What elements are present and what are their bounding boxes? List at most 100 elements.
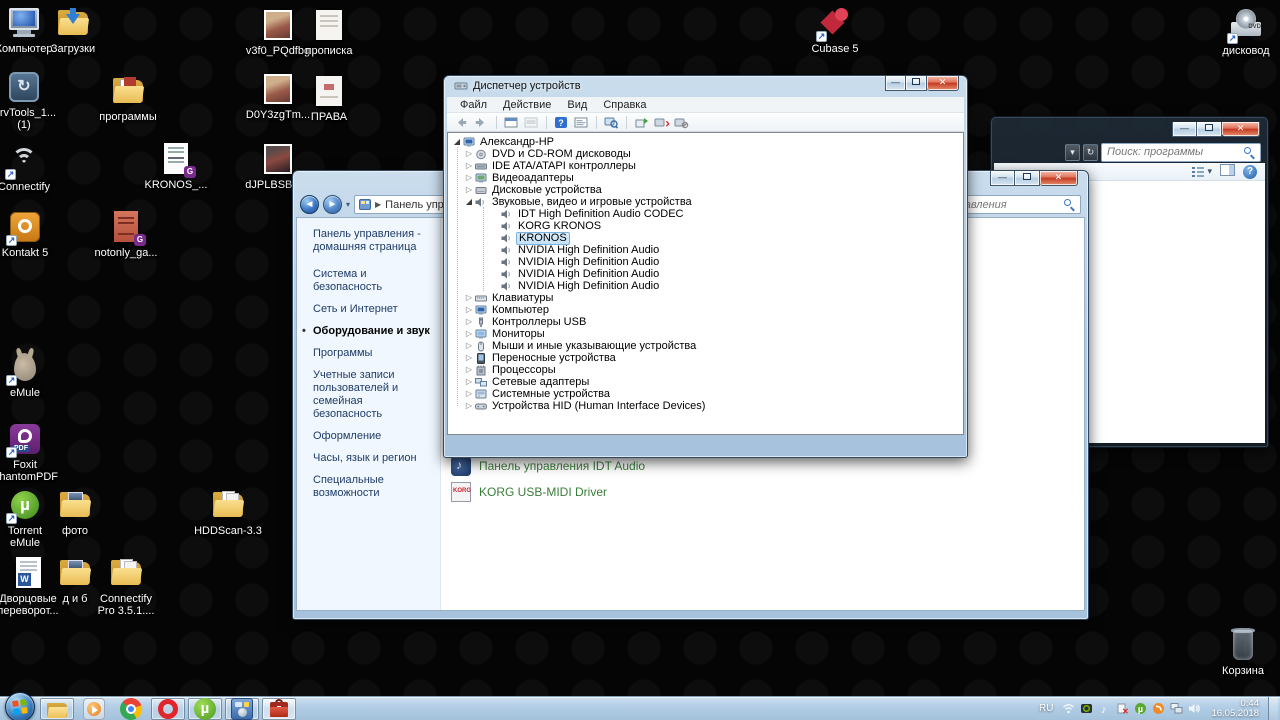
tree-item-10[interactable]: NVIDIA High Definition Audio xyxy=(450,256,961,268)
tree-item-3[interactable]: ▷ Видеоадаптеры xyxy=(450,172,961,184)
tree-item-label[interactable]: Переносные устройства xyxy=(490,352,618,364)
tree-item-label[interactable]: NVIDIA High Definition Audio xyxy=(516,256,661,268)
sidebar-item-2[interactable]: Сеть и Интернет xyxy=(313,303,432,316)
change-view-button[interactable]: ▾ xyxy=(1191,166,1212,178)
tree-item-label[interactable]: Контроллеры USB xyxy=(490,316,588,328)
desktop-icon-downloads[interactable]: Загрузки xyxy=(31,6,115,55)
expand-icon[interactable]: ▷ xyxy=(464,173,474,183)
sidebar-item-4[interactable]: Программы xyxy=(313,347,432,360)
minimize-button[interactable]: — xyxy=(990,171,1015,186)
back-button[interactable]: ◄ xyxy=(300,195,319,214)
tree-item-label[interactable]: Мониторы xyxy=(490,328,547,340)
desktop-icon-kronos-file[interactable]: G KRONOS_... xyxy=(134,142,218,191)
expand-icon[interactable]: ▷ xyxy=(464,293,474,303)
back-button[interactable] xyxy=(453,115,470,130)
tree-item-label[interactable]: IDE ATA/ATAPI контроллеры xyxy=(490,160,638,172)
tree-item-18[interactable]: ▷ Переносные устройства xyxy=(450,352,961,364)
tree-item-label[interactable]: NVIDIA High Definition Audio xyxy=(516,244,661,256)
tree-item-7[interactable]: KORG KRONOS xyxy=(450,220,961,232)
tree-item-20[interactable]: ▷ Сетевые адаптеры xyxy=(450,376,961,388)
taskbar-button-toolbox[interactable] xyxy=(262,697,296,720)
menu-файл[interactable]: Файл xyxy=(453,98,494,112)
tree-item-4[interactable]: ▷ Дисковые устройства xyxy=(450,184,961,196)
desktop-icon-emule[interactable]: ↗ eMule xyxy=(0,347,67,399)
expand-icon[interactable]: ▷ xyxy=(464,317,474,327)
sidebar-item-0[interactable]: Панель управления - домашняя страница xyxy=(313,228,432,254)
tree-item-label[interactable]: KRONOS xyxy=(516,231,570,245)
tree-item-label[interactable]: Системные устройства xyxy=(490,388,612,400)
desktop-icon-prava[interactable]: ПРАВА xyxy=(287,74,371,123)
tree-item-label[interactable]: Видеоадаптеры xyxy=(490,172,576,184)
minimize-button[interactable]: — xyxy=(885,76,906,91)
tree-item-label[interactable]: Сетевые адаптеры xyxy=(490,376,591,388)
collapse-icon[interactable]: ◢ xyxy=(464,197,474,207)
taskbar-button-opera[interactable] xyxy=(151,697,185,720)
tray-network-icon[interactable] xyxy=(1169,702,1184,716)
tree-item-15[interactable]: ▷ Контроллеры USB xyxy=(450,316,961,328)
language-indicator[interactable]: RU xyxy=(1035,703,1057,714)
tray-wifi-icon[interactable] xyxy=(1061,702,1076,716)
forward-button[interactable]: ► xyxy=(323,195,342,214)
control-panel-link-0[interactable]: Панель управления IDT Audio xyxy=(451,456,645,476)
maximize-button[interactable] xyxy=(906,76,927,91)
tray-connectify-tray-icon[interactable] xyxy=(1151,702,1166,716)
desktop-icon-notonly-ga[interactable]: Gnotonly_ga... xyxy=(84,210,168,259)
scan-hardware-changes-button[interactable] xyxy=(603,115,620,130)
desktop-icon-kontakt5[interactable]: ↗ Kontakt 5 xyxy=(0,210,67,259)
expand-icon[interactable]: ▷ xyxy=(464,161,474,171)
tray-utorrent-tray-icon[interactable]: µ xyxy=(1133,702,1148,716)
tree-item-22[interactable]: ▷ Устройства HID (Human Interface Devices… xyxy=(450,400,961,412)
desktop-icon-foxit-phantompdf[interactable]: PDF↗FoxitPhantomPDF xyxy=(0,422,67,483)
help-button[interactable]: ? xyxy=(1243,164,1257,179)
properties-button[interactable] xyxy=(573,115,590,130)
desktop-icon-diskovod[interactable]: DVD ↗ дисковод xyxy=(1204,8,1280,57)
tree-item-label[interactable]: IDT High Definition Audio CODEC xyxy=(516,208,685,220)
sidebar-item-7[interactable]: Часы, язык и регион xyxy=(313,452,432,465)
expand-icon[interactable]: ▷ xyxy=(464,149,474,159)
tray-device-error-icon[interactable]: ✕ xyxy=(1115,702,1130,716)
tree-item-label[interactable]: NVIDIA High Definition Audio xyxy=(516,280,661,292)
expand-icon[interactable]: ▷ xyxy=(464,185,474,195)
tree-item-label[interactable]: Компьютер xyxy=(490,304,551,316)
tree-item-9[interactable]: NVIDIA High Definition Audio xyxy=(450,244,961,256)
expand-icon[interactable]: ▷ xyxy=(464,389,474,399)
link-label[interactable]: KORG USB-MIDI Driver xyxy=(479,485,607,499)
maximize-button[interactable] xyxy=(1197,122,1222,137)
minimize-button[interactable]: — xyxy=(1172,122,1197,137)
close-button[interactable]: ✕ xyxy=(1040,171,1078,186)
close-button[interactable]: ✕ xyxy=(1222,122,1260,137)
console-window-button[interactable] xyxy=(503,115,520,130)
tree-item-label[interactable]: Дисковые устройства xyxy=(490,184,604,196)
desktop-icon-drvtools[interactable]: ↻ DrvTools_1...(1) xyxy=(0,70,66,131)
refresh-button[interactable]: ↻ xyxy=(1083,143,1098,161)
tree-item-label[interactable]: Мыши и иные указывающие устройства xyxy=(490,340,698,352)
expand-icon[interactable]: ▷ xyxy=(464,305,474,315)
forward-button[interactable] xyxy=(473,115,490,130)
desktop-icon-propiska[interactable]: прописка xyxy=(287,8,371,57)
tree-item-2[interactable]: ▷ IDE ATA/ATAPI контроллеры xyxy=(450,160,961,172)
sidebar-item-8[interactable]: Специальные возможности xyxy=(313,474,432,500)
tree-item-14[interactable]: ▷ Компьютер xyxy=(450,304,961,316)
tray-nvidia-icon[interactable] xyxy=(1079,702,1094,716)
taskbar-button-chrome[interactable] xyxy=(114,697,148,720)
taskbar-button-wmp[interactable] xyxy=(77,697,111,720)
control-panel-link-1[interactable]: KORG USB-MIDI Driver xyxy=(451,482,607,502)
tree-item-label[interactable]: KORG KRONOS xyxy=(516,220,603,232)
tree-item-0[interactable]: ◢ Александр-HP xyxy=(450,136,961,148)
sidebar-item-6[interactable]: Оформление xyxy=(313,430,432,443)
close-button[interactable]: ✕ xyxy=(927,76,959,91)
collapse-icon[interactable]: ◢ xyxy=(452,137,462,147)
tree-item-label[interactable]: Процессоры xyxy=(490,364,558,376)
tree-item-label[interactable]: Звуковые, видео и игровые устройства xyxy=(490,196,694,208)
address-dropdown-button[interactable]: ▾ xyxy=(1065,143,1080,161)
tree-item-label[interactable]: Клавиатуры xyxy=(490,292,555,304)
tray-volume-icon[interactable] xyxy=(1187,702,1202,716)
expand-icon[interactable]: ▷ xyxy=(464,377,474,387)
desktop-icon-connectify[interactable]: ↗ Connectify xyxy=(0,144,66,193)
export-list-button[interactable] xyxy=(523,115,540,130)
expand-icon[interactable]: ▷ xyxy=(464,365,474,375)
update-driver-button[interactable] xyxy=(633,115,650,130)
search-icon[interactable] xyxy=(1064,199,1075,212)
search-icon[interactable] xyxy=(1244,146,1255,160)
menu-справка[interactable]: Справка xyxy=(596,98,653,112)
